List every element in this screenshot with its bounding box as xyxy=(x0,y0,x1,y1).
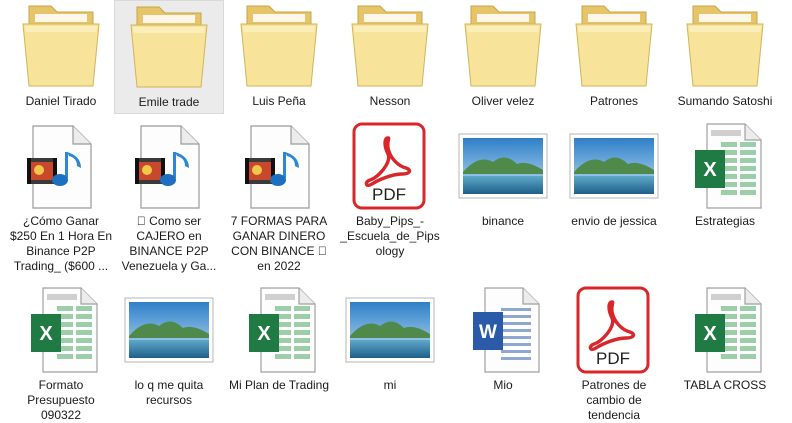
file-item-label: Estrategias xyxy=(694,214,756,228)
file-item[interactable]: Daniel Tirado xyxy=(6,0,116,114)
excel-icon: X xyxy=(13,284,109,376)
file-item-label:   Como ser CAJERO en BINANCE P2P Venezue… xyxy=(121,214,217,273)
image-file-icon xyxy=(455,120,551,212)
excel-icon: X xyxy=(231,284,327,376)
file-item[interactable]: ¿Cómo Ganar $250 En 1 Hora En Binance P2… xyxy=(6,118,116,278)
file-item-label: Formato Presupuesto 090322 xyxy=(27,378,95,422)
file-item[interactable]: Luis Peña xyxy=(224,0,334,114)
file-item-label: Nesson xyxy=(369,94,411,108)
file-item-label: lo q me quita recursos xyxy=(134,378,204,407)
svg-text:W: W xyxy=(479,322,497,343)
pdf-icon: PDF xyxy=(342,120,438,212)
file-item-label: Baby_Pips_-_Escuela_de_Pipsology xyxy=(340,214,440,258)
file-item-label: TABLA CROSS xyxy=(683,378,767,392)
svg-text:PDF: PDF xyxy=(596,349,630,368)
image-file-icon xyxy=(342,284,438,376)
file-item[interactable]: mi xyxy=(335,282,445,419)
svg-text:X: X xyxy=(39,323,53,345)
file-item-label: mi xyxy=(383,378,397,392)
folder-icon xyxy=(677,0,773,92)
file-grid: Daniel Tirado Emile trade Luis Peña Ness… xyxy=(0,0,792,422)
folder-icon xyxy=(455,0,551,92)
file-item[interactable]: X Mi Plan de Trading xyxy=(224,282,334,419)
file-item[interactable]:   Como ser CAJERO en BINANCE P2P Venezue… xyxy=(114,118,224,278)
folder-icon xyxy=(121,1,217,93)
svg-text:PDF: PDF xyxy=(372,185,406,204)
file-item-label: Sumando Satoshi xyxy=(677,94,773,108)
file-item[interactable]: W Mio xyxy=(448,282,558,419)
media-file-icon xyxy=(13,120,109,212)
file-item[interactable]: envio de jessica xyxy=(559,118,669,278)
pdf-icon: PDF xyxy=(566,284,662,376)
file-item[interactable]: 7 FORMAS PARA GANAR DINERO CON BINANCE  … xyxy=(224,118,334,278)
file-item-label: Luis Peña xyxy=(252,94,306,108)
folder-icon xyxy=(13,0,109,92)
file-item[interactable]: X TABLA CROSS xyxy=(670,282,780,419)
file-item-label: ¿Cómo Ganar $250 En 1 Hora En Binance P2… xyxy=(9,214,113,273)
file-item[interactable]: X Formato Presupuesto 090322 xyxy=(6,282,116,422)
folder-icon xyxy=(342,0,438,92)
file-item[interactable]: Nesson xyxy=(335,0,445,114)
word-icon: W xyxy=(455,284,551,376)
file-item-label: Patrones xyxy=(589,94,639,108)
image-file-icon xyxy=(566,120,662,212)
file-item-label: Mio xyxy=(493,378,513,392)
image-file-icon xyxy=(121,284,217,376)
file-item[interactable]: lo q me quita recursos xyxy=(114,282,224,419)
folder-icon xyxy=(566,0,662,92)
excel-icon: X xyxy=(677,120,773,212)
excel-icon: X xyxy=(677,284,773,376)
file-item[interactable]: Sumando Satoshi xyxy=(670,0,780,114)
file-item[interactable]: X Estrategias xyxy=(670,118,780,278)
file-item-label: binance xyxy=(481,214,525,228)
file-item-label: Oliver velez xyxy=(471,94,535,108)
file-item[interactable]: Oliver velez xyxy=(448,0,558,114)
file-item-label: envio de jessica xyxy=(571,214,657,228)
file-item-label: 7 FORMAS PARA GANAR DINERO CON BINANCE  … xyxy=(230,214,328,273)
svg-text:X: X xyxy=(257,323,271,345)
folder-icon xyxy=(231,0,327,92)
file-item[interactable]: binance xyxy=(448,118,558,278)
media-file-icon xyxy=(121,120,217,212)
file-item-label: Patrones de cambio de tendencia xyxy=(581,378,647,422)
file-item[interactable]: Patrones xyxy=(559,0,669,114)
file-item-label: Daniel Tirado xyxy=(25,94,97,108)
file-item-label: Mi Plan de Trading xyxy=(228,378,330,392)
file-item[interactable]: PDF Baby_Pips_-_Escuela_de_Pipsology xyxy=(335,118,445,278)
media-file-icon xyxy=(231,120,327,212)
file-item-label: Emile trade xyxy=(138,95,200,109)
file-item[interactable]: PDF Patrones de cambio de tendencia xyxy=(559,282,669,422)
svg-text:X: X xyxy=(703,159,717,181)
svg-text:X: X xyxy=(703,323,717,345)
file-item[interactable]: Emile trade xyxy=(114,0,224,114)
